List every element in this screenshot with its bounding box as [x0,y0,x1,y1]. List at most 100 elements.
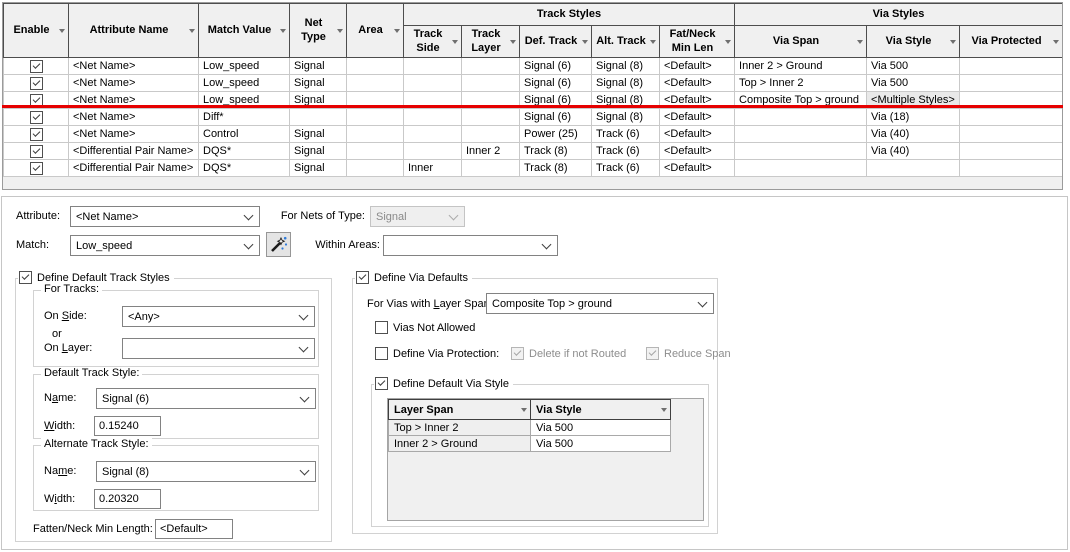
cell-area[interactable] [347,126,404,143]
cell-via-protected[interactable] [960,109,1063,126]
define-via-defaults-checkbox[interactable] [356,271,369,284]
cell-area[interactable] [347,109,404,126]
col-header-attribute-name[interactable]: Attribute Name [69,4,199,58]
alternate-track-name-select[interactable]: Signal (8) [96,461,316,482]
cell-match-value[interactable]: Diff* [199,109,290,126]
cell-alt-track[interactable]: Track (6) [592,126,660,143]
col-header-match-value[interactable]: Match Value [199,4,290,58]
cell-net-type[interactable]: Signal [290,75,347,92]
table-row[interactable]: <Net Name>Diff*Signal (6)Signal (8)<Defa… [4,109,1063,126]
within-areas-select[interactable] [383,235,558,256]
match-wizard-button[interactable] [266,232,291,257]
cell-track-side[interactable] [404,126,462,143]
col-header-def-track[interactable]: Def. Track [520,26,592,58]
table-row[interactable]: <Net Name>Low_speedSignal Signal (6)Signa… [4,75,1063,92]
cell-attribute-name[interactable]: <Net Name> [69,126,199,143]
cell-track-side[interactable] [404,143,462,160]
via-style-row[interactable]: Inner 2 > GroundVia 500 [389,436,671,452]
enable-checkbox[interactable] [30,162,43,175]
cell-alt-track[interactable]: Signal (8) [592,75,660,92]
define-via-protection-checkbox[interactable] [375,347,388,360]
cell-match-value[interactable]: DQS* [199,160,290,177]
cell-track-side[interactable] [404,109,462,126]
table-row[interactable]: <Net Name>Low_speedSignalSignal (6)Signa… [4,58,1063,75]
via-col-header-via-style[interactable]: Via Style [531,400,671,420]
cell-enable[interactable] [4,58,69,75]
enable-checkbox[interactable] [30,128,43,141]
cell-match-value[interactable]: Low_speed [199,75,290,92]
cell-track-layer[interactable] [462,160,520,177]
cell-def-track[interactable]: Signal (6) [520,75,592,92]
cell-fat-neck-min-len[interactable]: <Default> [660,160,735,177]
match-select[interactable]: Low_speed [70,235,260,256]
cell-match-value[interactable]: Control [199,126,290,143]
via-style-row[interactable]: Top > Inner 2Via 500 [389,420,671,436]
cell-net-type[interactable]: Signal [290,143,347,160]
cell-via-span[interactable] [735,143,867,160]
cell-def-track[interactable]: Power (25) [520,126,592,143]
cell-alt-track[interactable]: Signal (8) [592,109,660,126]
cell-fat-neck-min-len[interactable]: <Default> [660,126,735,143]
col-header-track-side[interactable]: Track Side [404,26,462,58]
cell-def-track[interactable]: Signal (6) [520,109,592,126]
cell-net-type[interactable]: Signal [290,126,347,143]
table-row[interactable]: <Differential Pair Name>DQS*SignalInner … [4,143,1063,160]
cell-def-track[interactable]: Track (8) [520,160,592,177]
define-default-via-style-checkbox[interactable] [375,377,388,390]
cell-fat-neck-min-len[interactable]: <Default> [660,75,735,92]
cell-attribute-name[interactable]: <Differential Pair Name> [69,143,199,160]
cell-via-protected[interactable] [960,58,1063,75]
define-track-styles-checkbox[interactable] [19,271,32,284]
cell-via-span[interactable] [735,109,867,126]
via-protection-row[interactable]: Define Via Protection: [375,347,499,360]
cell-area[interactable] [347,75,404,92]
cell-via-style[interactable]: Via (40) [867,143,960,160]
cell-track-layer[interactable] [462,58,520,75]
enable-checkbox[interactable] [30,111,43,124]
cell-alt-track[interactable]: Track (6) [592,143,660,160]
col-header-enable[interactable]: Enable [4,4,69,58]
layer-span-select[interactable]: Composite Top > ground [486,293,714,314]
cell-net-type[interactable] [290,109,347,126]
cell-area[interactable] [347,143,404,160]
cell-net-type[interactable]: Signal [290,160,347,177]
cell-via-span[interactable] [735,126,867,143]
cell-layer-span[interactable]: Top > Inner 2 [389,420,531,436]
cell-match-value[interactable]: Low_speed [199,58,290,75]
cell-attribute-name[interactable]: <Net Name> [69,75,199,92]
cell-track-side[interactable]: Inner [404,160,462,177]
default-width-input[interactable]: 0.15240 [94,416,161,436]
enable-checkbox[interactable] [30,77,43,90]
cell-via-protected[interactable] [960,143,1063,160]
on-side-select[interactable]: <Any> [122,306,315,327]
cell-enable[interactable] [4,143,69,160]
cell-track-layer[interactable] [462,75,520,92]
cell-via-span[interactable]: Inner 2 > Ground [735,58,867,75]
cell-via-span[interactable]: Top > Inner 2 [735,75,867,92]
cell-net-type[interactable]: Signal [290,58,347,75]
via-col-header-layer-span[interactable]: Layer Span [389,400,531,420]
col-header-via-style[interactable]: Via Style [867,26,960,58]
default-track-name-select[interactable]: Signal (6) [96,388,316,409]
cell-via-style[interactable]: Via (40) [867,126,960,143]
cell-via-protected[interactable] [960,126,1063,143]
cell-attribute-name[interactable]: <Net Name> [69,58,199,75]
cell-via-style[interactable]: Via (18) [867,109,960,126]
attribute-select[interactable]: <Net Name> [70,206,260,227]
col-header-track-layer[interactable]: Track Layer [462,26,520,58]
cell-via-style[interactable] [867,160,960,177]
cell-via-style[interactable]: Via 500 [531,420,671,436]
cell-track-side[interactable] [404,58,462,75]
cell-area[interactable] [347,160,404,177]
cell-match-value[interactable]: DQS* [199,143,290,160]
table-row[interactable]: <Net Name>ControlSignal Power (25)Track (… [4,126,1063,143]
cell-def-track[interactable]: Signal (6) [520,58,592,75]
fatten-neck-input[interactable]: <Default> [155,519,233,539]
cell-via-protected[interactable] [960,160,1063,177]
cell-enable[interactable] [4,126,69,143]
cell-via-style[interactable]: Via 500 [867,75,960,92]
col-header-via-span[interactable]: Via Span [735,26,867,58]
cell-fat-neck-min-len[interactable]: <Default> [660,143,735,160]
cell-def-track[interactable]: Track (8) [520,143,592,160]
cell-enable[interactable] [4,160,69,177]
